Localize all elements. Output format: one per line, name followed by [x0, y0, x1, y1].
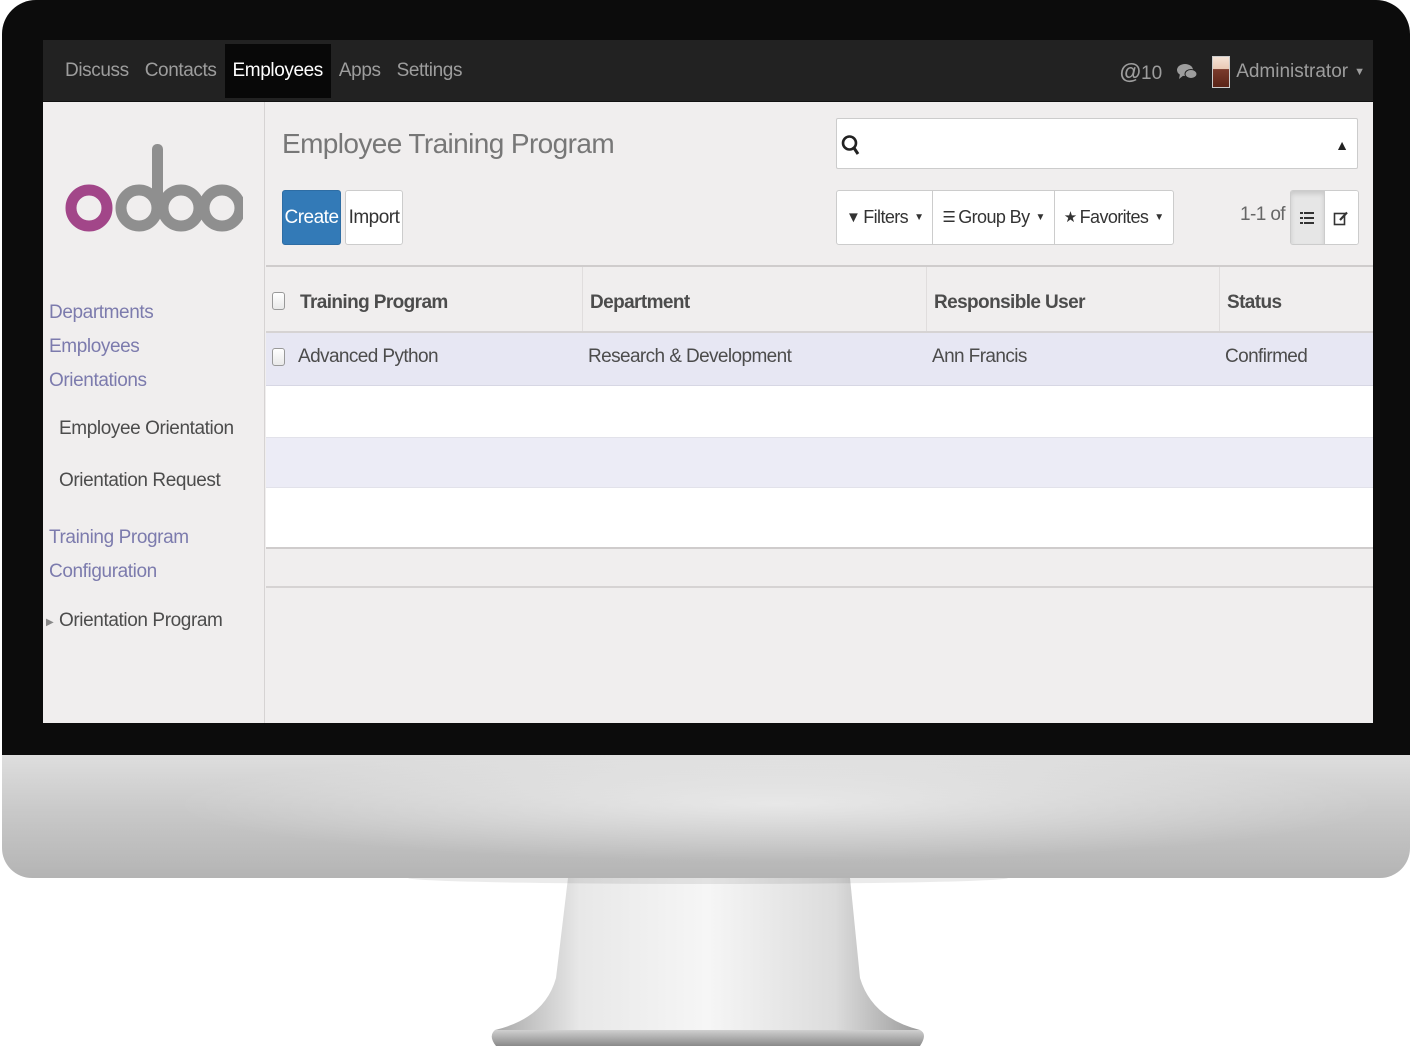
column-header-responsible-user[interactable]: Responsible User — [926, 267, 1219, 331]
star-icon: ★ — [1063, 209, 1077, 226]
table-footer-divider — [266, 586, 1373, 588]
search-input[interactable] — [867, 129, 1327, 159]
sidebar-item-orientation-program[interactable]: Orientation Program — [59, 610, 223, 632]
table-header: Training Program Department Responsible … — [266, 267, 1373, 333]
groupby-label: Group By — [958, 207, 1030, 227]
filters-button[interactable]: ▼ Filters ▼ — [837, 191, 934, 244]
top-navbar: Discuss Contacts Employees Apps Settings… — [43, 40, 1373, 102]
select-all-checkbox[interactable] — [272, 292, 285, 310]
caret-down-icon: ▼ — [1154, 212, 1164, 223]
empty-row — [266, 387, 1373, 437]
sidebar-item-training-program[interactable]: Training Program — [49, 527, 189, 549]
list-view-button[interactable] — [1291, 191, 1325, 244]
table-row[interactable]: Advanced Python Research & Development A… — [266, 333, 1373, 386]
sidebar-item-orientations[interactable]: Orientations — [49, 370, 147, 392]
navbar-systray: @10 Administrator ▼ — [1120, 52, 1365, 92]
cell-status: Confirmed — [1225, 346, 1308, 367]
search-box: ▲ — [836, 118, 1358, 169]
list-icon — [1300, 211, 1315, 224]
groupby-button[interactable]: ☰ Group By ▼ — [933, 191, 1055, 244]
sidebar-item-employees[interactable]: Employees — [49, 336, 140, 358]
user-name: Administrator — [1236, 61, 1349, 82]
bars-icon: ☰ — [942, 209, 956, 226]
filters-label: Filters — [863, 207, 909, 227]
cell-responsible-user: Ann Francis — [932, 346, 1027, 367]
mentions-count: 10 — [1141, 63, 1163, 84]
chat-bubbles-icon[interactable] — [1176, 62, 1198, 82]
list-table: Training Program Department Responsible … — [266, 265, 1373, 549]
odoo-logo — [65, 144, 243, 232]
page-title: Employee Training Program — [282, 128, 615, 159]
column-header-status[interactable]: Status — [1219, 267, 1373, 331]
caret-down-icon: ▼ — [1354, 66, 1365, 78]
row-checkbox[interactable] — [272, 348, 285, 366]
favorites-button[interactable]: ★ Favorites ▼ — [1055, 191, 1173, 244]
search-options: ▼ Filters ▼ ☰ Group By ▼ ★ Favorites ▼ — [836, 190, 1174, 245]
menu-discuss[interactable]: Discuss — [57, 44, 137, 98]
caret-down-icon: ▼ — [1035, 212, 1045, 223]
form-view-button[interactable] — [1324, 191, 1358, 244]
sidebar-item-configuration[interactable]: Configuration — [49, 561, 157, 583]
main-content: Employee Training Program ▲ Create Impor… — [266, 102, 1373, 723]
avatar — [1212, 56, 1231, 88]
caret-up-icon[interactable]: ▲ — [1335, 137, 1349, 153]
empty-row — [266, 488, 1373, 547]
at-icon: @ — [1119, 59, 1142, 84]
column-header-department[interactable]: Department — [582, 267, 926, 331]
sidebar-item-orientation-request[interactable]: Orientation Request — [59, 470, 221, 492]
sidebar-item-departments[interactable]: Departments — [49, 302, 154, 324]
user-menu[interactable]: Administrator ▼ — [1212, 56, 1365, 88]
sidebar-item-employee-orientation[interactable]: Employee Orientation — [59, 418, 234, 440]
cell-department: Research & Development — [588, 346, 792, 367]
edit-icon — [1333, 211, 1349, 225]
empty-row — [266, 438, 1373, 488]
filter-icon: ▼ — [846, 209, 861, 226]
menu-contacts[interactable]: Contacts — [137, 44, 225, 98]
caret-right-icon: ▶ — [46, 617, 54, 628]
monitor-stand — [408, 878, 1008, 1046]
create-button[interactable]: Create — [282, 190, 341, 245]
menu-employees[interactable]: Employees — [224, 44, 331, 98]
mentions-indicator[interactable]: @10 — [1120, 59, 1163, 85]
menu-apps[interactable]: Apps — [331, 44, 389, 98]
caret-down-icon: ▼ — [914, 212, 924, 223]
column-header-training-program[interactable]: Training Program — [293, 267, 583, 331]
cell-training-program: Advanced Python — [298, 346, 439, 367]
favorites-label: Favorites — [1079, 207, 1149, 227]
view-switcher — [1290, 190, 1359, 245]
sidebar: Departments Employees Orientations Emplo… — [43, 102, 265, 723]
import-button[interactable]: Import — [345, 190, 403, 245]
monitor-chin — [2, 755, 1410, 878]
search-icon — [841, 135, 860, 155]
menu-settings[interactable]: Settings — [389, 44, 470, 98]
app-screen: Discuss Contacts Employees Apps Settings… — [43, 40, 1373, 723]
app-menu: Discuss Contacts Employees Apps Settings — [57, 44, 470, 98]
